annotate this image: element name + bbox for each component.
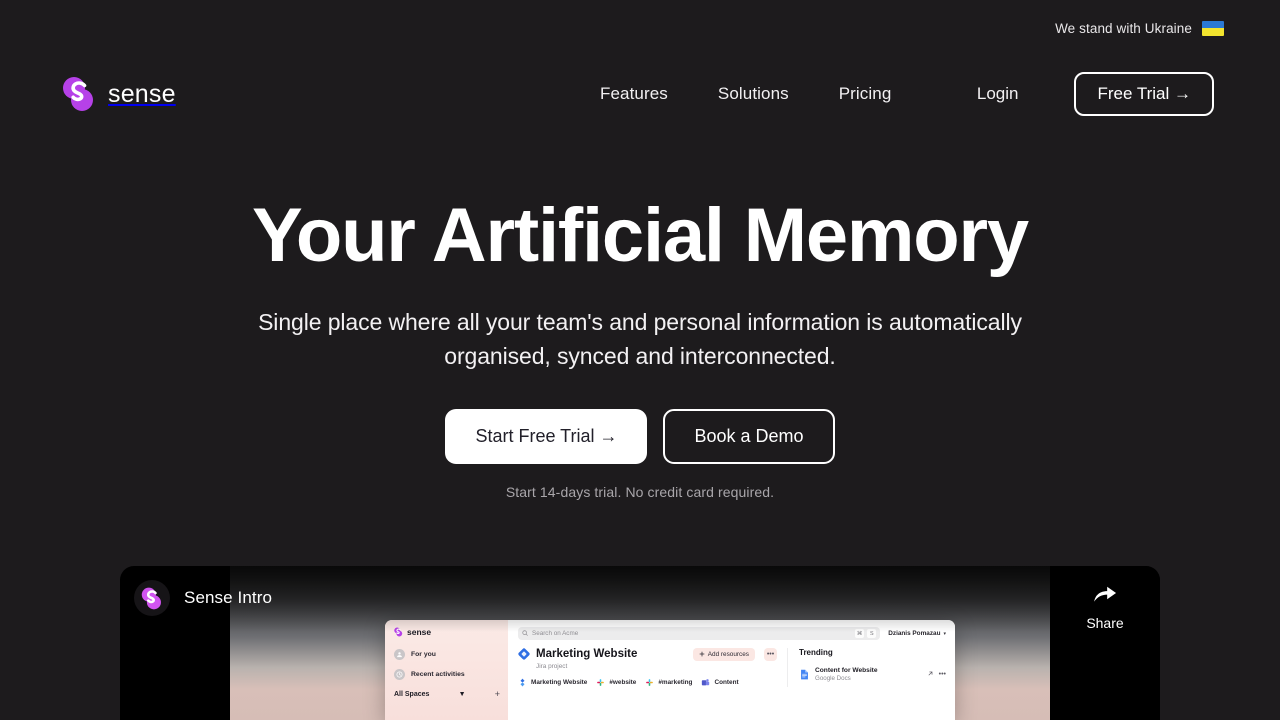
app-sidebar-item-recent-activities[interactable]: Recent activities bbox=[394, 669, 500, 680]
app-user-name: Dzianis Pomazau bbox=[888, 630, 941, 637]
nav-item-features[interactable]: Features bbox=[600, 84, 668, 104]
sense-logo-icon bbox=[62, 76, 96, 112]
app-preview-window: sense For you Recent activities All Spac… bbox=[385, 620, 955, 720]
app-document-panel: Marketing Website Jira project Add resou… bbox=[508, 648, 787, 687]
app-search-input[interactable]: Search on Acme ⌘ S bbox=[518, 627, 881, 640]
announcement-text: We stand with Ukraine bbox=[1055, 20, 1192, 36]
tag-label: Content bbox=[714, 678, 739, 686]
jira-diamond-icon bbox=[518, 648, 530, 660]
app-sidebar-label: For you bbox=[411, 651, 436, 658]
arrow-up-right-icon[interactable] bbox=[927, 670, 934, 679]
app-brand-name: sense bbox=[407, 627, 432, 637]
clock-circle-icon bbox=[394, 669, 405, 680]
app-search-placeholder: Search on Acme bbox=[532, 630, 579, 637]
app-body: Marketing Website Jira project Add resou… bbox=[508, 648, 955, 687]
search-icon bbox=[522, 629, 528, 638]
tag-chip[interactable]: #website bbox=[596, 678, 636, 687]
hero-subtitle: Single place where all your team's and p… bbox=[258, 309, 1022, 370]
video-title[interactable]: Sense Intro bbox=[184, 588, 272, 608]
announcement-bar: We stand with Ukraine bbox=[0, 0, 1280, 56]
app-topbar: Search on Acme ⌘ S Dzianis Pomazau ▾ bbox=[508, 627, 955, 640]
share-arrow-icon bbox=[1092, 582, 1118, 609]
tag-chip[interactable]: Content bbox=[701, 678, 739, 687]
free-trial-button[interactable]: Free Trial → bbox=[1074, 72, 1214, 116]
teams-icon bbox=[701, 678, 710, 687]
app-sidebar-item-for-you[interactable]: For you bbox=[394, 649, 500, 660]
login-link[interactable]: Login bbox=[977, 84, 1019, 104]
main-navigation: Features Solutions Pricing bbox=[600, 84, 891, 104]
hero-section: Your Artificial Memory Single place wher… bbox=[0, 196, 1280, 500]
tag-label: #website bbox=[609, 678, 637, 686]
video-share-label: Share bbox=[1086, 615, 1124, 631]
app-all-spaces-row[interactable]: All Spaces ▼ + bbox=[394, 689, 500, 699]
app-sidebar-label: Recent activities bbox=[411, 671, 465, 678]
slack-icon bbox=[645, 678, 654, 687]
plus-icon bbox=[699, 651, 705, 659]
app-document-tags: Marketing Website #website #marketing Co… bbox=[518, 678, 777, 687]
app-user-menu[interactable]: Dzianis Pomazau ▾ bbox=[888, 630, 946, 637]
ukraine-flag-icon bbox=[1202, 20, 1224, 36]
chevron-down-icon[interactable]: ▼ bbox=[459, 691, 466, 698]
tag-chip[interactable]: #marketing bbox=[645, 678, 692, 687]
slack-icon bbox=[596, 678, 605, 687]
tag-label: #marketing bbox=[658, 678, 693, 686]
app-document-subtitle: Jira project bbox=[536, 662, 568, 670]
kbd-command: ⌘ bbox=[854, 629, 865, 638]
video-player[interactable]: sense For you Recent activities All Spac… bbox=[120, 566, 1160, 720]
app-search-shortcut: ⌘ S bbox=[854, 629, 877, 638]
chevron-down-icon: ▾ bbox=[943, 630, 946, 637]
trending-more-button[interactable]: ••• bbox=[939, 671, 946, 678]
hero-trial-note: Start 14-days trial. No credit card requ… bbox=[505, 484, 775, 501]
tag-chip[interactable]: Marketing Website bbox=[518, 678, 587, 687]
hero-cta-group: Start Free Trial → Book a Demo bbox=[0, 409, 1280, 465]
app-all-spaces-label: All Spaces bbox=[394, 690, 430, 698]
app-document-header: Marketing Website Jira project Add resou… bbox=[518, 648, 777, 670]
book-a-demo-button[interactable]: Book a Demo bbox=[663, 409, 835, 465]
brand-logo-link[interactable]: sense bbox=[62, 76, 176, 112]
add-resources-label: Add resources bbox=[707, 651, 749, 658]
site-header: sense Features Solutions Pricing Login F… bbox=[0, 62, 1280, 126]
document-more-button[interactable]: ••• bbox=[764, 648, 777, 661]
nav-item-solutions[interactable]: Solutions bbox=[718, 84, 789, 104]
app-document-titles: Marketing Website Jira project bbox=[536, 648, 687, 670]
video-canvas[interactable]: sense For you Recent activities All Spac… bbox=[230, 566, 1050, 720]
app-trending-texts: Content for Website Google Docs bbox=[815, 667, 922, 682]
app-trending-item-name: Content for Website bbox=[815, 667, 878, 674]
app-brand: sense bbox=[394, 627, 500, 637]
jira-icon bbox=[518, 678, 527, 687]
kbd-s: S bbox=[867, 629, 877, 638]
start-free-trial-button[interactable]: Start Free Trial → bbox=[445, 409, 648, 465]
sense-logo-icon bbox=[394, 627, 403, 637]
app-trending-title: Trending bbox=[799, 648, 833, 657]
tag-label: Marketing Website bbox=[531, 678, 588, 686]
google-docs-icon bbox=[799, 668, 810, 681]
app-document-title: Marketing Website bbox=[536, 648, 638, 660]
app-main: Search on Acme ⌘ S Dzianis Pomazau ▾ Mar… bbox=[508, 620, 955, 720]
video-share-button[interactable]: Share bbox=[1050, 566, 1160, 720]
video-title-row: Sense Intro bbox=[134, 580, 272, 616]
brand-name: sense bbox=[108, 79, 176, 108]
app-trending-panel: Trending Content for Website Google Docs… bbox=[787, 648, 955, 687]
nav-item-pricing[interactable]: Pricing bbox=[839, 84, 892, 104]
person-circle-icon bbox=[394, 649, 405, 660]
app-sidebar: sense For you Recent activities All Spac… bbox=[385, 620, 508, 720]
add-resources-button[interactable]: Add resources bbox=[692, 648, 755, 661]
plus-icon[interactable]: + bbox=[495, 689, 500, 699]
header-actions: Login Free Trial → bbox=[977, 72, 1214, 116]
video-channel-avatar[interactable] bbox=[134, 580, 170, 616]
app-trending-item-source: Google Docs bbox=[815, 675, 851, 682]
hero-title: Your Artificial Memory bbox=[252, 193, 1029, 278]
app-trending-item[interactable]: Content for Website Google Docs ••• bbox=[799, 667, 946, 682]
